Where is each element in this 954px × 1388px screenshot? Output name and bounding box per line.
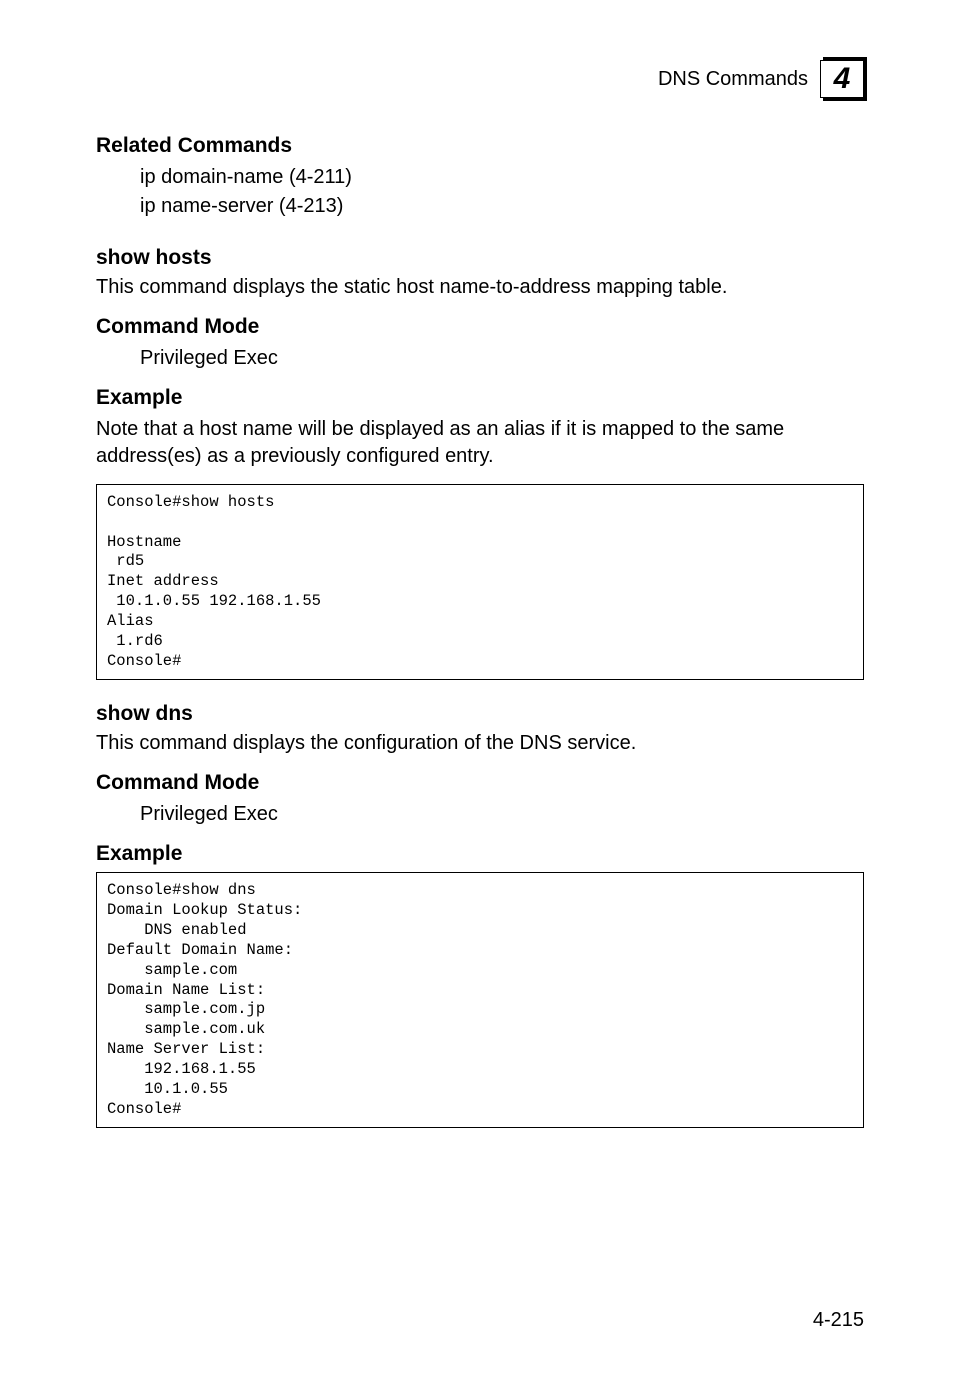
header-title: DNS Commands [658,68,808,91]
command-mode-value: Privileged Exec [140,801,864,828]
show-hosts-code: Console#show hosts Hostname rd5 Inet add… [96,484,864,680]
page-header: DNS Commands 4 [96,60,864,98]
show-dns-desc: This command displays the configuration … [96,730,864,757]
page-number: 4-215 [813,1309,864,1332]
related-commands-heading: Related Commands [96,134,864,158]
chapter-badge: 4 [820,60,864,98]
command-mode-value: Privileged Exec [140,345,864,372]
show-hosts-desc: This command displays the static host na… [96,274,864,301]
related-command-item: ip domain-name (4-211) [140,164,864,191]
example-heading: Example [96,842,864,866]
command-mode-heading: Command Mode [96,315,864,339]
related-command-item: ip name-server (4-213) [140,193,864,220]
show-hosts-heading: show hosts [96,246,864,270]
example-heading: Example [96,386,864,410]
show-dns-code: Console#show dns Domain Lookup Status: D… [96,872,864,1128]
example-note: Note that a host name will be displayed … [96,416,864,470]
show-dns-heading: show dns [96,702,864,726]
chapter-number: 4 [834,64,851,94]
command-mode-heading: Command Mode [96,771,864,795]
